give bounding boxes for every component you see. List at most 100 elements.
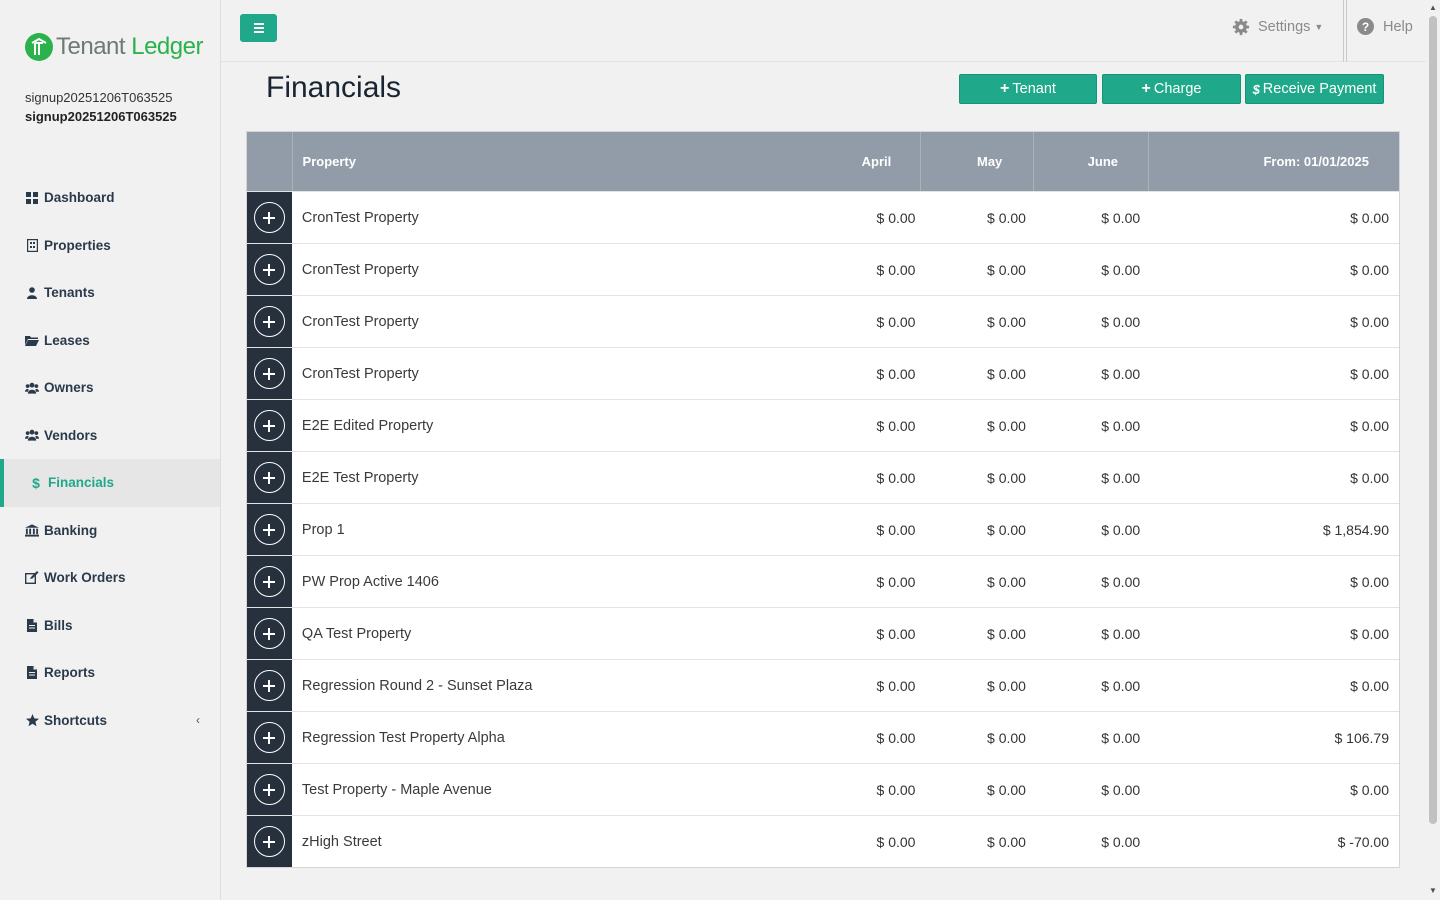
- receive-payment-button[interactable]: $ Receive Payment: [1245, 74, 1384, 104]
- property-name[interactable]: CronTest Property: [292, 192, 812, 243]
- sidebar-item-shortcuts[interactable]: Shortcuts ‹: [0, 697, 220, 745]
- property-name[interactable]: E2E Edited Property: [292, 400, 812, 451]
- may-amount: $ 0.00: [987, 729, 1026, 746]
- sidebar-item-work-orders[interactable]: Work Orders: [0, 554, 220, 602]
- sidebar-item-tenants[interactable]: Tenants: [0, 269, 220, 317]
- plus-icon: [263, 211, 276, 224]
- plus-icon: [263, 575, 276, 588]
- expand-row-button[interactable]: [253, 826, 285, 857]
- add-tenant-button[interactable]: + Tenant: [959, 74, 1097, 104]
- table-row[interactable]: Regression Test Property Alpha $ 0.00 $ 0.…: [247, 711, 1399, 763]
- june-amount: $ 0.00: [1101, 313, 1141, 330]
- june-amount: $ 0.00: [1101, 261, 1141, 278]
- add-charge-button[interactable]: + Charge: [1102, 74, 1241, 104]
- total-amount: $ 0.00: [1350, 313, 1389, 330]
- table-row[interactable]: zHigh Street $ 0.00 $ 0.00 $ 0.00 $ -70.00: [247, 815, 1399, 867]
- sidebar-item-properties[interactable]: Properties: [0, 222, 220, 270]
- header-june[interactable]: June: [1034, 132, 1149, 191]
- april-amount: $ 0.00: [876, 781, 916, 798]
- app-logo[interactable]: Tenant Ledger: [25, 32, 203, 62]
- expand-cell: [247, 764, 292, 815]
- june-amount: $ 0.00: [1101, 521, 1141, 538]
- help-link[interactable]: ? Help: [1357, 18, 1413, 35]
- sidebar-item-banking[interactable]: Banking: [0, 507, 220, 555]
- table-row[interactable]: E2E Test Property $ 0.00 $ 0.00 $ 0.00 $ 0.0…: [247, 451, 1399, 503]
- total-amount: $ 0.00: [1350, 781, 1389, 798]
- plus-icon: [263, 731, 276, 744]
- table-row[interactable]: QA Test Property $ 0.00 $ 0.00 $ 0.00 $ 0.00: [247, 607, 1399, 659]
- sidebar-item-vendors[interactable]: Vendors: [0, 412, 220, 460]
- header-april[interactable]: April: [808, 132, 922, 191]
- expand-row-button[interactable]: [253, 462, 285, 493]
- property-name[interactable]: zHigh Street: [292, 816, 812, 867]
- table-row[interactable]: CronTest Property $ 0.00 $ 0.00 $ 0.00 $ 0.0…: [247, 347, 1399, 399]
- plus-icon: [263, 679, 276, 692]
- sidebar-item-leases[interactable]: Leases: [0, 317, 220, 365]
- property-name[interactable]: Test Property - Maple Avenue: [292, 764, 812, 815]
- expand-row-button[interactable]: [253, 202, 285, 233]
- sidebar-item-label: Owners: [44, 380, 94, 396]
- may-amount: $ 0.00: [987, 261, 1026, 278]
- table-row[interactable]: E2E Edited Property $ 0.00 $ 0.00 $ 0.00 $ 0…: [247, 399, 1399, 451]
- expand-row-button[interactable]: [253, 358, 285, 389]
- property-name[interactable]: E2E Test Property: [292, 452, 812, 503]
- table-row[interactable]: CronTest Property $ 0.00 $ 0.00 $ 0.00 $ 0.0…: [247, 243, 1399, 295]
- expand-cell: [247, 192, 292, 243]
- expand-row-button[interactable]: [253, 566, 285, 597]
- expand-cell: [247, 556, 292, 607]
- scroll-thumb[interactable]: [1429, 16, 1437, 824]
- expand-row-button[interactable]: [253, 722, 285, 753]
- june-amount: $ 0.00: [1101, 469, 1141, 486]
- expand-row-button[interactable]: [253, 618, 285, 649]
- property-name[interactable]: QA Test Property: [292, 608, 812, 659]
- sidebar-item-label: Tenants: [44, 285, 95, 301]
- plus-icon: [263, 783, 276, 796]
- expand-row-button[interactable]: [253, 514, 285, 545]
- table-body: CronTest Property $ 0.00 $ 0.00 $ 0.00 $ 0.0…: [247, 191, 1399, 867]
- sidebar-item-reports[interactable]: Reports: [0, 649, 220, 697]
- property-name[interactable]: CronTest Property: [292, 244, 812, 295]
- page-scrollbar[interactable]: ▲ ▼: [1426, 0, 1440, 900]
- property-name[interactable]: CronTest Property: [292, 348, 812, 399]
- settings-menu[interactable]: Settings ▼: [1232, 18, 1323, 36]
- table-row[interactable]: CronTest Property $ 0.00 $ 0.00 $ 0.00 $ 0.0…: [247, 191, 1399, 243]
- table-row[interactable]: CronTest Property $ 0.00 $ 0.00 $ 0.00 $ 0.0…: [247, 295, 1399, 347]
- property-name[interactable]: Regression Test Property Alpha: [292, 712, 812, 763]
- expand-row-button[interactable]: [253, 774, 285, 805]
- property-name[interactable]: CronTest Property: [292, 296, 812, 347]
- plus-icon: +: [1141, 80, 1151, 97]
- header-property[interactable]: Property: [291, 132, 808, 191]
- sidebar-item-bills[interactable]: Bills: [0, 602, 220, 650]
- property-name[interactable]: PW Prop Active 1406: [292, 556, 812, 607]
- table-row[interactable]: Prop 1 $ 0.00 $ 0.00 $ 0.00 $ 1,854.90: [247, 503, 1399, 555]
- header-may[interactable]: May: [921, 132, 1035, 191]
- table-row[interactable]: Test Property - Maple Avenue $ 0.00 $ 0.00…: [247, 763, 1399, 815]
- header-from-date[interactable]: From: 01/01/2025: [1149, 132, 1399, 191]
- table-row[interactable]: Regression Round 2 - Sunset Plaza $ 0.00 $…: [247, 659, 1399, 711]
- may-amount: $ 0.00: [987, 781, 1026, 798]
- sidebar-item-dashboard[interactable]: Dashboard: [0, 174, 220, 222]
- logo-icon: [25, 33, 53, 61]
- scroll-up-icon[interactable]: ▲: [1428, 3, 1438, 12]
- property-name[interactable]: Prop 1: [292, 504, 812, 555]
- may-amount: $ 0.00: [987, 573, 1026, 590]
- sidebar-item-owners[interactable]: Owners: [0, 364, 220, 412]
- expand-cell: [247, 244, 292, 295]
- scroll-down-icon[interactable]: ▼: [1428, 886, 1438, 895]
- sidebar-item-label: Work Orders: [44, 570, 126, 586]
- expand-row-button[interactable]: [253, 306, 285, 337]
- expand-row-button[interactable]: [253, 410, 285, 441]
- sidebar-item-financials[interactable]: $ Financials: [0, 459, 220, 507]
- table-row[interactable]: PW Prop Active 1406 $ 0.00 $ 0.00 $ 0.00 $ 0…: [247, 555, 1399, 607]
- property-name[interactable]: Regression Round 2 - Sunset Plaza: [292, 660, 812, 711]
- topbar-divider: [1343, 0, 1347, 62]
- table-header: Property April May June From: 01/01/2025: [247, 132, 1399, 191]
- april-amount: $ 0.00: [876, 729, 916, 746]
- expand-row-button[interactable]: [253, 670, 285, 701]
- folder-icon: [25, 333, 39, 347]
- expand-row-button[interactable]: [253, 254, 285, 285]
- menu-toggle-button[interactable]: [240, 14, 277, 42]
- may-amount: $ 0.00: [987, 677, 1026, 694]
- sidebar-item-label: Reports: [44, 665, 96, 681]
- chevron-left-icon[interactable]: ‹: [196, 713, 200, 727]
